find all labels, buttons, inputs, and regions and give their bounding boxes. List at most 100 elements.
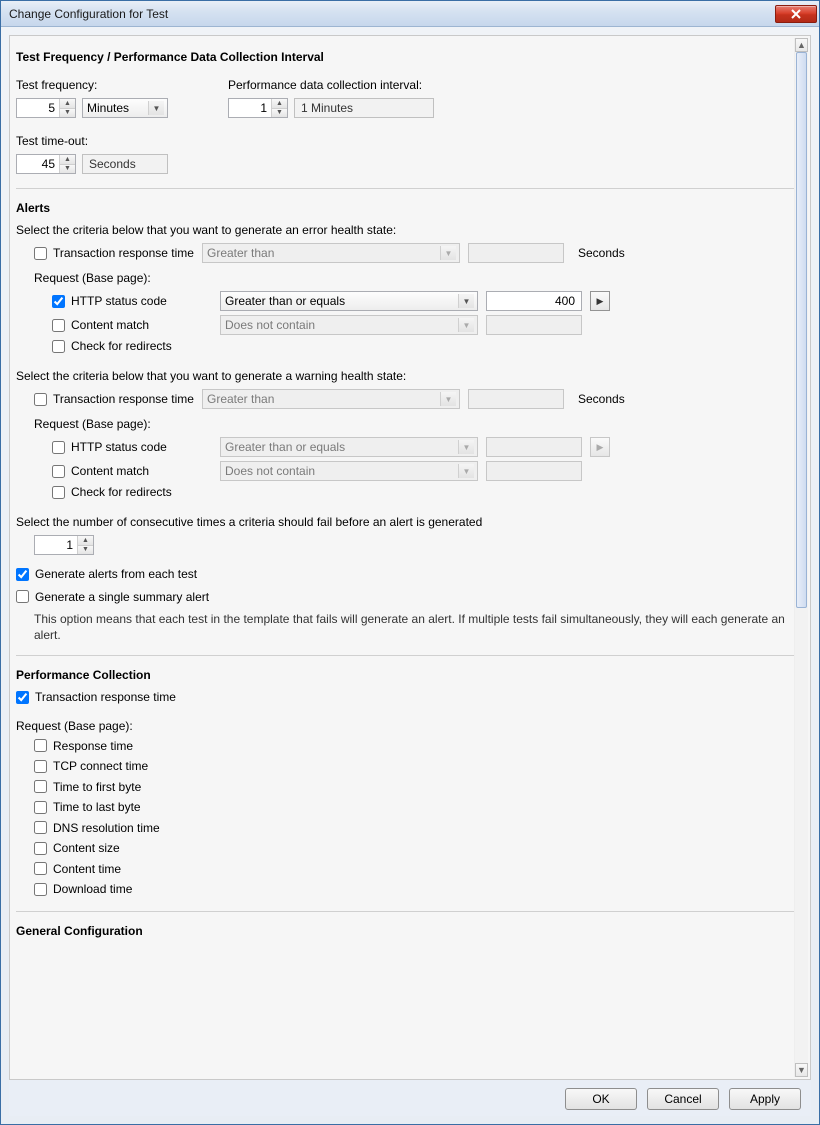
dialog-buttons: OK Cancel Apply (9, 1080, 811, 1116)
error-redirects-checkbox[interactable]: Check for redirects (52, 339, 172, 353)
chevron-down-icon: ▼ (458, 294, 474, 308)
dialog-window: Change Configuration for Test Test Frequ… (0, 0, 820, 1125)
perf-interval-display: 1 Minutes (294, 98, 434, 118)
scroll-track[interactable] (795, 52, 808, 1063)
error-content-op-select: Does not contain▼ (220, 315, 478, 335)
warning-http-op-select: Greater than or equals▼ (220, 437, 478, 457)
error-trt-checkbox[interactable]: Transaction response time (34, 246, 194, 260)
warning-http-value (486, 437, 582, 457)
spinner-down-icon[interactable]: ▼ (272, 109, 287, 118)
error-http-op-select[interactable]: Greater than or equals▼ (220, 291, 478, 311)
perf-ctime-checkbox[interactable]: Content time (34, 862, 121, 876)
test-frequency-label: Test frequency: (16, 78, 168, 92)
scroll-region: Test Frequency / Performance Data Collec… (16, 42, 808, 1073)
perf-response-checkbox[interactable]: Response time (34, 739, 133, 753)
warning-trt-label: Transaction response time (53, 392, 194, 406)
perf-download-checkbox[interactable]: Download time (34, 882, 132, 896)
test-frequency-unit-select[interactable]: Minutes ▼ (82, 98, 168, 118)
scroll-down-icon[interactable]: ▼ (795, 1063, 808, 1077)
timeout-unit: Seconds (82, 154, 168, 174)
spinner-down-icon[interactable]: ▼ (78, 546, 93, 555)
perf-ttlb-checkbox[interactable]: Time to last byte (34, 800, 141, 814)
chevron-down-icon: ▼ (148, 101, 164, 115)
timeout-spinner[interactable]: ▲▼ (16, 154, 76, 174)
cancel-button[interactable]: Cancel (647, 1088, 719, 1110)
apply-button[interactable]: Apply (729, 1088, 801, 1110)
warning-request-label: Request (Base page): (34, 417, 794, 431)
spinner-down-icon[interactable]: ▼ (60, 165, 75, 174)
window-title: Change Configuration for Test (9, 7, 775, 21)
perf-ttlb-label: Time to last byte (53, 800, 141, 814)
scroll-thumb[interactable] (796, 52, 807, 608)
generate-each-checkbox[interactable]: Generate alerts from each test (16, 567, 197, 581)
spinner-down-icon[interactable]: ▼ (60, 109, 75, 118)
perf-interval-group: Performance data collection interval: ▲▼… (228, 72, 434, 120)
consecutive-label: Select the number of consecutive times a… (16, 515, 794, 529)
spinner-up-icon[interactable]: ▲ (60, 155, 75, 165)
test-frequency-group: Test frequency: ▲▼ Minutes ▼ (16, 72, 168, 120)
warning-trt-op-select: Greater than▼ (202, 389, 460, 409)
perf-tcp-label: TCP connect time (53, 759, 148, 773)
warning-redirects-checkbox[interactable]: Check for redirects (52, 485, 172, 499)
ok-button[interactable]: OK (565, 1088, 637, 1110)
consecutive-input[interactable] (35, 536, 77, 554)
content-panel: Test Frequency / Performance Data Collec… (9, 35, 811, 1080)
chevron-down-icon: ▼ (458, 464, 474, 478)
warning-trt-checkbox[interactable]: Transaction response time (34, 392, 194, 406)
section-general-heading: General Configuration (16, 924, 794, 938)
section-perf-heading: Performance Collection (16, 668, 794, 682)
generate-summary-label: Generate a single summary alert (35, 590, 209, 604)
error-content-checkbox[interactable]: Content match (52, 318, 149, 332)
test-frequency-input[interactable] (17, 99, 59, 117)
error-http-play-button[interactable]: ▶ (590, 291, 610, 311)
chevron-down-icon: ▼ (458, 440, 474, 454)
warning-content-checkbox[interactable]: Content match (52, 464, 149, 478)
close-icon (791, 9, 801, 19)
section-frequency-heading: Test Frequency / Performance Data Collec… (16, 50, 794, 64)
timeout-group: Test time-out: ▲▼ Seconds (16, 128, 794, 176)
test-frequency-unit-value: Minutes (87, 101, 129, 115)
generate-summary-checkbox[interactable]: Generate a single summary alert (16, 590, 209, 604)
error-trt-op-select: Greater than▼ (202, 243, 460, 263)
perf-dns-checkbox[interactable]: DNS resolution time (34, 821, 160, 835)
alerts-note: This option means that each test in the … (16, 606, 794, 643)
error-http-value[interactable]: 400 (486, 291, 582, 311)
spinner-up-icon[interactable]: ▲ (272, 99, 287, 109)
perf-download-label: Download time (53, 882, 132, 896)
perf-request-label: Request (Base page): (16, 719, 794, 733)
warning-http-checkbox[interactable]: HTTP status code (52, 440, 167, 454)
spinner-up-icon[interactable]: ▲ (60, 99, 75, 109)
perf-csize-checkbox[interactable]: Content size (34, 841, 120, 855)
timeout-label: Test time-out: (16, 134, 794, 148)
perf-tcp-checkbox[interactable]: TCP connect time (34, 759, 148, 773)
timeout-input[interactable] (17, 155, 59, 173)
error-redirects-label: Check for redirects (71, 339, 172, 353)
spinner-up-icon[interactable]: ▲ (78, 536, 93, 546)
error-trt-row: Transaction response time Greater than▼ … (34, 243, 794, 263)
perf-interval-input[interactable] (229, 99, 271, 117)
consecutive-spinner[interactable]: ▲▼ (34, 535, 94, 555)
warning-http-row: HTTP status code Greater than or equals▼… (52, 437, 794, 457)
error-http-label: HTTP status code (71, 294, 167, 308)
warning-content-op-select: Does not contain▼ (220, 461, 478, 481)
perf-response-label: Response time (53, 739, 133, 753)
perf-ctime-label: Content time (53, 862, 121, 876)
error-content-row: Content match Does not contain▼ (52, 315, 794, 335)
test-frequency-spinner[interactable]: ▲▼ (16, 98, 76, 118)
perf-interval-spinner[interactable]: ▲▼ (228, 98, 288, 118)
frequency-row: Test frequency: ▲▼ Minutes ▼ (16, 72, 794, 120)
perf-csize-label: Content size (53, 841, 120, 855)
perf-trt-checkbox[interactable]: Transaction response time (16, 690, 176, 704)
error-redirects-row: Check for redirects (52, 339, 794, 353)
error-http-checkbox[interactable]: HTTP status code (52, 294, 167, 308)
error-http-row: HTTP status code Greater than or equals▼… (52, 291, 794, 311)
perf-ttfb-checkbox[interactable]: Time to first byte (34, 780, 141, 794)
divider (16, 911, 794, 912)
vertical-scrollbar[interactable]: ▲ ▼ (794, 38, 808, 1077)
error-request-label: Request (Base page): (34, 271, 794, 285)
scroll-up-icon[interactable]: ▲ (795, 38, 808, 52)
error-trt-value (468, 243, 564, 263)
chevron-down-icon: ▼ (440, 246, 456, 260)
warning-redirects-label: Check for redirects (71, 485, 172, 499)
close-button[interactable] (775, 5, 817, 23)
